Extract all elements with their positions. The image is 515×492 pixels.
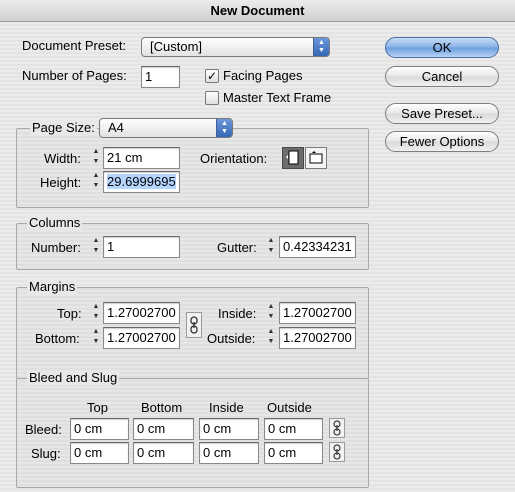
margin-bottom-label: Bottom: bbox=[35, 331, 80, 346]
bleed-outside-value: 0 cm bbox=[268, 421, 297, 436]
height-input[interactable]: 29.6999695 bbox=[103, 171, 180, 193]
chain-link-icon bbox=[333, 444, 341, 460]
bleed-top-value: 0 cm bbox=[74, 421, 103, 436]
margin-outside-stepper[interactable]: ▲ ▼ bbox=[265, 327, 277, 349]
slug-outside-input[interactable]: 0 cm bbox=[264, 442, 323, 464]
width-label: Width: bbox=[44, 151, 81, 166]
portrait-orientation-button[interactable] bbox=[282, 147, 304, 169]
master-text-frame-checkbox[interactable] bbox=[205, 91, 219, 105]
columns-number-stepper[interactable]: ▲ ▼ bbox=[90, 236, 102, 258]
margin-bottom-input[interactable]: 1.27002700 bbox=[103, 327, 180, 349]
bleed-label: Bleed: bbox=[25, 422, 62, 437]
slug-top-input[interactable]: 0 cm bbox=[70, 442, 129, 464]
gutter-label: Gutter: bbox=[217, 240, 257, 255]
bleed-top-input[interactable]: 0 cm bbox=[70, 418, 129, 440]
dialog-body: Document Preset: [Custom] ▲ ▼ Number of P… bbox=[0, 22, 515, 492]
master-text-frame-label: Master Text Frame bbox=[223, 90, 332, 105]
margin-top-label: Top: bbox=[57, 306, 82, 321]
number-of-pages-value: 1 bbox=[145, 69, 153, 84]
margin-bottom-stepper[interactable]: ▲ ▼ bbox=[90, 327, 102, 349]
bleed-bottom-input[interactable]: 0 cm bbox=[133, 418, 194, 440]
page-size-value: A4 bbox=[108, 120, 124, 135]
columns-number-input[interactable]: 1 bbox=[103, 236, 180, 258]
portrait-icon bbox=[286, 150, 299, 165]
margin-inside-input[interactable]: 1.27002700 bbox=[279, 302, 356, 324]
ok-button[interactable]: OK bbox=[385, 37, 499, 58]
landscape-orientation-button[interactable] bbox=[305, 147, 327, 169]
columns-title: Columns bbox=[27, 215, 83, 230]
slug-bottom-value: 0 cm bbox=[137, 445, 166, 460]
number-of-pages-label: Number of Pages: bbox=[22, 68, 127, 83]
margins-link-button[interactable] bbox=[186, 312, 202, 338]
margin-inside-value: 1.27002700 bbox=[283, 305, 352, 320]
bleed-outside-input[interactable]: 0 cm bbox=[264, 418, 323, 440]
window-title: New Document bbox=[0, 0, 515, 22]
margin-outside-value: 1.27002700 bbox=[283, 330, 352, 345]
height-label: Height: bbox=[40, 175, 82, 190]
gutter-input[interactable]: 0.42334231 bbox=[279, 236, 356, 258]
number-of-pages-input[interactable]: 1 bbox=[141, 66, 180, 88]
document-preset-value: [Custom] bbox=[150, 39, 203, 54]
bleed-slug-col-outside: Outside bbox=[267, 400, 312, 415]
margin-top-stepper[interactable]: ▲ ▼ bbox=[90, 302, 102, 324]
bleed-slug-title: Bleed and Slug bbox=[27, 370, 120, 385]
chain-link-icon bbox=[190, 316, 198, 334]
document-preset-label: Document Preset: bbox=[22, 38, 127, 53]
facing-pages-label: Facing Pages bbox=[223, 68, 303, 83]
slug-link-button[interactable] bbox=[329, 442, 345, 462]
slug-outside-value: 0 cm bbox=[268, 445, 297, 460]
slug-bottom-input[interactable]: 0 cm bbox=[133, 442, 194, 464]
width-input[interactable]: 21 cm bbox=[103, 147, 180, 169]
cancel-button[interactable]: Cancel bbox=[385, 66, 499, 87]
gutter-value: 0.42334231 bbox=[283, 239, 352, 254]
bleed-link-button[interactable] bbox=[329, 418, 345, 438]
popup-arrows-icon: ▲ ▼ bbox=[216, 119, 232, 137]
columns-number-label: Number: bbox=[31, 240, 81, 255]
orientation-label: Orientation: bbox=[200, 151, 268, 166]
bleed-inside-value: 0 cm bbox=[203, 421, 232, 436]
checkmark-icon: ✓ bbox=[206, 69, 218, 83]
save-preset-button[interactable]: Save Preset... bbox=[385, 103, 499, 124]
facing-pages-checkbox[interactable]: ✓ bbox=[205, 69, 219, 83]
width-value: 21 cm bbox=[107, 150, 143, 165]
bleed-slug-col-inside: Inside bbox=[209, 400, 244, 415]
margin-bottom-value: 1.27002700 bbox=[107, 330, 176, 345]
margins-title: Margins bbox=[27, 279, 78, 294]
bleed-inside-input[interactable]: 0 cm bbox=[199, 418, 259, 440]
bleed-slug-col-top: Top bbox=[87, 400, 108, 415]
fewer-options-button[interactable]: Fewer Options bbox=[385, 131, 499, 152]
landscape-icon bbox=[309, 151, 323, 164]
margin-outside-label: Outside: bbox=[207, 331, 256, 346]
chain-link-icon bbox=[333, 420, 341, 436]
margin-inside-stepper[interactable]: ▲ ▼ bbox=[265, 302, 277, 324]
popup-arrows-icon: ▲ ▼ bbox=[313, 38, 329, 56]
slug-top-value: 0 cm bbox=[74, 445, 103, 460]
gutter-stepper[interactable]: ▲ ▼ bbox=[265, 236, 277, 258]
page-size-label: Page Size: bbox=[30, 120, 97, 135]
margin-inside-label: Inside: bbox=[218, 306, 257, 321]
columns-number-value: 1 bbox=[107, 239, 115, 254]
margin-top-value: 1.27002700 bbox=[107, 305, 176, 320]
margin-top-input[interactable]: 1.27002700 bbox=[103, 302, 180, 324]
slug-label: Slug: bbox=[31, 446, 61, 461]
slug-inside-input[interactable]: 0 cm bbox=[199, 442, 259, 464]
document-preset-select[interactable]: [Custom] ▲ ▼ bbox=[141, 37, 330, 57]
page-size-select[interactable]: A4 ▲ ▼ bbox=[99, 118, 233, 138]
margin-outside-input[interactable]: 1.27002700 bbox=[279, 327, 356, 349]
width-stepper[interactable]: ▲ ▼ bbox=[90, 147, 102, 169]
bleed-bottom-value: 0 cm bbox=[137, 421, 166, 436]
slug-inside-value: 0 cm bbox=[203, 445, 232, 460]
height-stepper[interactable]: ▲ ▼ bbox=[90, 171, 102, 193]
height-value: 29.6999695 bbox=[107, 174, 176, 189]
bleed-slug-col-bottom: Bottom bbox=[141, 400, 183, 415]
